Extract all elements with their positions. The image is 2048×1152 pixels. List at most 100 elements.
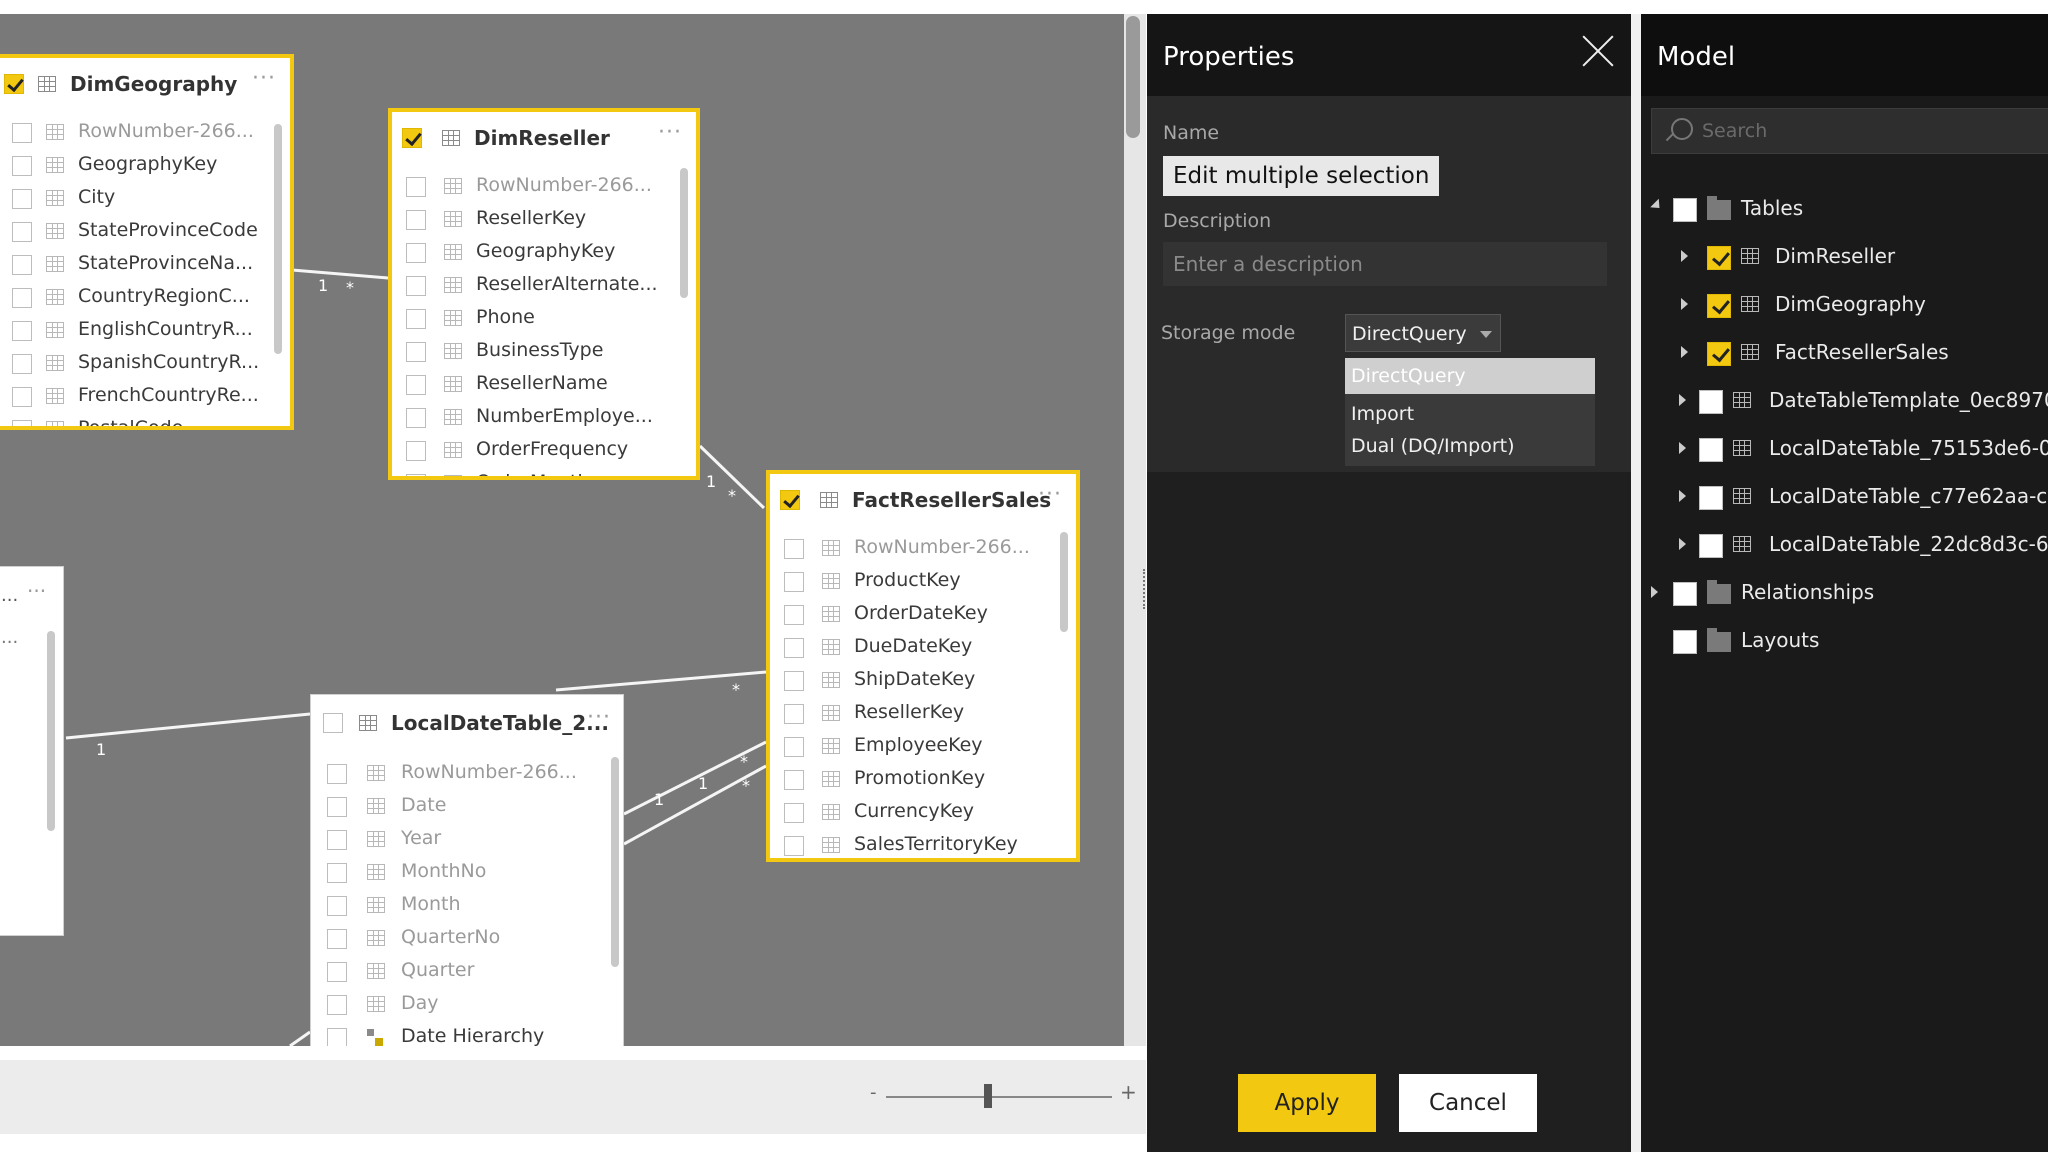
field-checkbox[interactable] [327,764,347,784]
field-checkbox[interactable] [406,243,426,263]
field-row[interactable]: Date Hierarchy [311,1021,623,1046]
tree-node-relationships[interactable]: Relationships [1641,576,2048,612]
field-row[interactable]: SpanishCountryR... [0,347,290,380]
table-card-localdatetable[interactable]: LocalDateTable_2... ··· RowNumber-266...… [310,694,624,1046]
expand-arrow-icon[interactable] [1679,538,1686,550]
table-card-dimgeography[interactable]: DimGeography ··· RowNumber-266... Geogra… [0,54,294,430]
table-scrollbar[interactable] [274,124,282,354]
field-row[interactable]: CountryRegionC... [0,281,290,314]
rel-line-left-local[interactable] [65,712,311,740]
field-checkbox[interactable] [406,474,426,476]
field-row[interactable]: GeographyKey [392,236,696,269]
collapse-arrow-icon[interactable] [1650,198,1664,213]
field-row[interactable]: ResellerAlternate... [392,269,696,302]
field-checkbox[interactable] [12,288,32,308]
table-card-header[interactable]: LocalDateTable_2... ··· [311,695,623,751]
field-row[interactable]: ShipDateKey [770,664,1076,697]
expand-arrow-icon[interactable] [1681,250,1688,262]
field-row[interactable]: ResellerKey [392,203,696,236]
field-checkbox[interactable] [784,737,804,757]
field-checkbox[interactable] [327,797,347,817]
table-card-header[interactable]: FactResellerSales ··· [770,474,1076,530]
table-scrollbar[interactable] [1060,532,1068,632]
zoom-in-button[interactable]: + [1120,1080,1137,1104]
field-checkbox[interactable] [12,156,32,176]
search-input[interactable] [1651,108,2048,154]
tree-checkbox[interactable] [1673,198,1697,222]
storage-option-import[interactable]: Import [1345,396,1595,432]
tree-checkbox[interactable] [1707,342,1731,366]
table-checkbox[interactable] [780,490,800,510]
table-checkbox[interactable] [323,713,343,733]
name-field[interactable]: Edit multiple selection [1163,156,1440,196]
table-card-factresellersales[interactable]: FactResellerSales ··· RowNumber-266... P… [766,470,1080,862]
tree-node-tables[interactable]: Tables [1641,192,2048,228]
table-checkbox[interactable] [402,128,422,148]
close-icon[interactable] [1581,34,1615,68]
field-checkbox[interactable] [784,704,804,724]
field-checkbox[interactable] [12,255,32,275]
tree-node-table[interactable]: LocalDateTable_c77e62aa-c99 [1641,480,2048,516]
rel-line-local-bottom[interactable] [289,1030,311,1046]
description-field[interactable] [1163,242,1607,286]
field-row[interactable]: RowNumber-266... [311,757,623,790]
tree-checkbox[interactable] [1707,246,1731,270]
field-checkbox[interactable] [327,995,347,1015]
tree-node-table[interactable]: LocalDateTable_22dc8d3c-6c3 [1641,528,2048,564]
tree-node-layouts[interactable]: Layouts [1641,624,2048,660]
field-checkbox[interactable] [784,638,804,658]
field-row[interactable]: FrenchCountryRe... [0,380,290,413]
field-checkbox[interactable] [406,210,426,230]
table-card-header[interactable]: DimReseller ··· [392,112,696,168]
field-row[interactable]: RowNumber-266... [770,532,1076,565]
table-checkbox[interactable] [4,74,24,94]
field-row[interactable]: Year [311,823,623,856]
zoom-slider-thumb[interactable] [983,1084,992,1108]
field-checkbox[interactable] [784,671,804,691]
expand-arrow-icon[interactable] [1681,346,1688,358]
table-scrollbar[interactable] [47,631,55,831]
tree-checkbox[interactable] [1707,294,1731,318]
field-checkbox[interactable] [406,276,426,296]
field-row[interactable]: GeographyKey [0,149,290,182]
field-row[interactable]: City [0,182,290,215]
field-row[interactable]: MonthNo [311,856,623,889]
expand-arrow-icon[interactable] [1679,442,1686,454]
table-card-partial[interactable]: ... ··· ... [0,566,64,936]
tree-checkbox[interactable] [1699,390,1723,414]
tree-node-table[interactable]: LocalDateTable_75153de6-09f [1641,432,2048,468]
expand-arrow-icon[interactable] [1651,586,1658,598]
field-checkbox[interactable] [784,605,804,625]
tree-node-table[interactable]: DateTableTemplate_0ec89703- [1641,384,2048,420]
field-checkbox[interactable] [12,123,32,143]
zoom-slider[interactable] [886,1096,1112,1098]
field-row[interactable]: ProductKey [770,565,1076,598]
tree-checkbox[interactable] [1699,438,1723,462]
field-row[interactable]: Quarter [311,955,623,988]
field-row[interactable]: Month [311,889,623,922]
field-row[interactable]: OrderDateKey [770,598,1076,631]
field-row[interactable]: RowNumber-266... [0,116,290,149]
table-scrollbar[interactable] [611,757,619,967]
tree-node-table[interactable]: DimGeography [1641,288,2048,324]
more-options-icon[interactable]: ··· [252,66,276,91]
field-row[interactable]: OrderFrequency [392,434,696,467]
field-row[interactable]: BusinessType [392,335,696,368]
field-row[interactable]: ResellerKey [770,697,1076,730]
field-checkbox[interactable] [12,321,32,341]
field-row[interactable]: Date [311,790,623,823]
field-checkbox[interactable] [784,803,804,823]
field-checkbox[interactable] [12,354,32,374]
field-checkbox[interactable] [12,420,32,426]
cancel-button[interactable]: Cancel [1399,1074,1537,1132]
field-checkbox[interactable] [327,929,347,949]
tree-checkbox[interactable] [1673,630,1697,654]
canvas-vertical-scrollbar[interactable] [1124,14,1146,1046]
storage-option-dual[interactable]: Dual (DQ/Import) [1345,428,1595,464]
field-row[interactable]: EnglishCountryR... [0,314,290,347]
field-row[interactable]: CurrencyKey [770,796,1076,829]
tree-checkbox[interactable] [1699,486,1723,510]
field-row[interactable]: ResellerName [392,368,696,401]
field-row[interactable]: StateProvinceNa... [0,248,290,281]
pane-divider[interactable] [1631,14,1641,1152]
